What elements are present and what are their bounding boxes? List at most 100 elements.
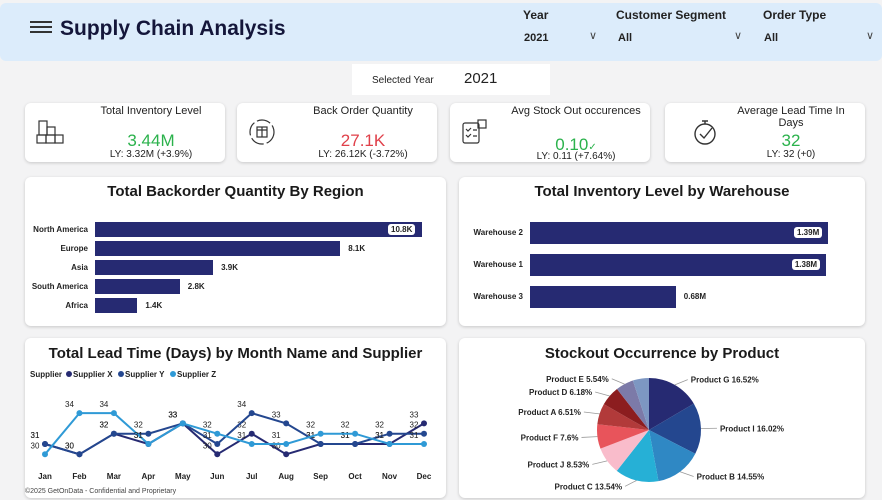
legend-item[interactable]: Supplier Z <box>177 370 216 379</box>
data-point[interactable] <box>317 430 324 437</box>
data-point[interactable] <box>145 430 152 437</box>
data-point[interactable] <box>352 430 359 437</box>
bar[interactable] <box>95 298 138 313</box>
bar[interactable] <box>95 241 341 256</box>
customer-segment-dropdown[interactable]: All ∨ <box>614 25 748 49</box>
order-type-value: All <box>764 32 779 44</box>
chart-title: Total Backorder Quantity By Region <box>107 183 364 200</box>
slice-label: Product A 6.51% <box>518 408 581 417</box>
data-label: 32 <box>341 421 350 430</box>
data-label: 32 <box>410 421 419 430</box>
data-point[interactable] <box>317 441 324 447</box>
data-label: 31 <box>31 431 40 440</box>
bar-category-label: Warehouse 2 <box>473 228 524 237</box>
data-point[interactable] <box>421 441 427 447</box>
data-point[interactable] <box>145 441 152 447</box>
legend-item[interactable]: Supplier Y <box>125 370 165 379</box>
data-point[interactable] <box>179 420 186 427</box>
data-point[interactable] <box>386 430 393 437</box>
bar-category-label: Europe <box>60 243 88 253</box>
data-point[interactable] <box>214 430 221 437</box>
data-point[interactable] <box>283 441 290 447</box>
leader-line <box>679 471 694 477</box>
slice-label: Product E 5.54% <box>546 375 609 384</box>
x-tick-label: Feb <box>72 472 86 481</box>
data-point[interactable] <box>42 451 48 458</box>
kpi-title: Avg Stock Out occurences <box>511 105 641 117</box>
legend-title: Supplier <box>30 370 62 379</box>
bar-category-label: North America <box>33 224 88 234</box>
year-dropdown[interactable]: 2021 ∨ <box>520 25 603 49</box>
data-label: 31 <box>341 431 350 440</box>
pie-plot: Product G 16.52% Product I 16.02% Product … <box>518 375 784 492</box>
x-tick-label: Sep <box>313 472 328 481</box>
data-point[interactable] <box>214 441 221 447</box>
stockout-pie-chart: Stockout Occurrence by Product Product G… <box>459 338 865 498</box>
bar[interactable] <box>95 279 180 294</box>
data-point[interactable] <box>352 441 359 447</box>
kpi-last-year: LY: 32 (+0) <box>766 149 816 160</box>
order-type-label: Order Type <box>763 8 827 22</box>
kpi-value: 32 <box>781 131 801 150</box>
legend-marker <box>66 371 72 377</box>
data-point[interactable] <box>248 410 255 417</box>
year-filter-label: Year <box>523 8 549 22</box>
leader-line <box>624 480 637 487</box>
data-point[interactable] <box>283 420 290 427</box>
data-label: 33 <box>410 410 419 419</box>
bar[interactable] <box>530 222 828 244</box>
bar-value-label: 1.38M <box>791 259 821 270</box>
data-point[interactable] <box>283 451 290 458</box>
bar-value-label: 3.9K <box>221 262 238 272</box>
bar[interactable] <box>95 222 422 237</box>
data-label: 32 <box>134 421 143 430</box>
data-point[interactable] <box>386 441 393 447</box>
bar[interactable] <box>530 254 826 276</box>
legend-item[interactable]: Supplier X <box>73 370 113 379</box>
series-line <box>44 411 424 456</box>
slice-label: Product D 6.18% <box>529 388 592 397</box>
data-label: 31 <box>134 431 143 440</box>
order-type-dropdown[interactable]: All ∨ <box>760 25 880 49</box>
hamburger-menu-icon[interactable] <box>30 18 52 36</box>
slice-label: Product I 16.02% <box>720 424 784 433</box>
data-point[interactable] <box>421 430 427 437</box>
slice-label: Product J 8.53% <box>527 460 589 469</box>
data-point[interactable] <box>248 441 255 447</box>
data-point[interactable] <box>421 420 427 427</box>
data-point[interactable] <box>214 451 221 458</box>
backorder-by-region-chart: Total Backorder Quantity By Region North… <box>25 177 446 326</box>
data-label: 31 <box>375 431 384 440</box>
leader-line <box>674 379 688 386</box>
kpi-last-year: LY: 0.11 (+7.64%) <box>536 151 616 162</box>
data-label: 34 <box>65 400 74 409</box>
year-value: 2021 <box>524 32 549 44</box>
kpi-card-lead-time: Average Lead Time In Days 32 LY: 32 (+0) <box>665 103 865 162</box>
bar-category-label: Warehouse 3 <box>473 292 524 301</box>
data-label: 32 <box>375 421 384 430</box>
bar-category-label: Warehouse 1 <box>473 260 524 269</box>
leader-line <box>581 436 598 438</box>
kpi-value: 27.1K <box>340 131 386 150</box>
data-point[interactable] <box>76 410 83 417</box>
data-point[interactable] <box>248 430 255 437</box>
data-point[interactable] <box>110 430 117 437</box>
kpi-card-backorder: Back Order Quantity 27.1K LY: 26.12K (-3… <box>237 103 437 162</box>
data-label: 30 <box>31 441 40 450</box>
bar[interactable] <box>530 286 676 308</box>
kpi-last-year: LY: 26.12K (-3.72%) <box>318 149 408 160</box>
kpi-title: Total Inventory Level <box>100 105 202 117</box>
chevron-down-icon: ∨ <box>865 30 874 42</box>
data-point[interactable] <box>42 441 48 447</box>
kpi-title: Average Lead Time In Days <box>737 105 845 129</box>
data-point[interactable] <box>110 410 117 417</box>
data-label: 31 <box>237 431 246 440</box>
kpi-card-inventory: Total Inventory Level 3.44M LY: 3.32M (+… <box>25 103 225 162</box>
bar[interactable] <box>95 260 214 275</box>
data-label: 32 <box>99 421 108 430</box>
series-line <box>44 412 424 455</box>
bar-value-label: 8.1K <box>348 243 366 253</box>
footer-copyright: ©2025 GetOnData - Confidential and Propr… <box>25 488 177 495</box>
data-label: 30 <box>65 441 74 450</box>
data-point[interactable] <box>76 451 83 458</box>
